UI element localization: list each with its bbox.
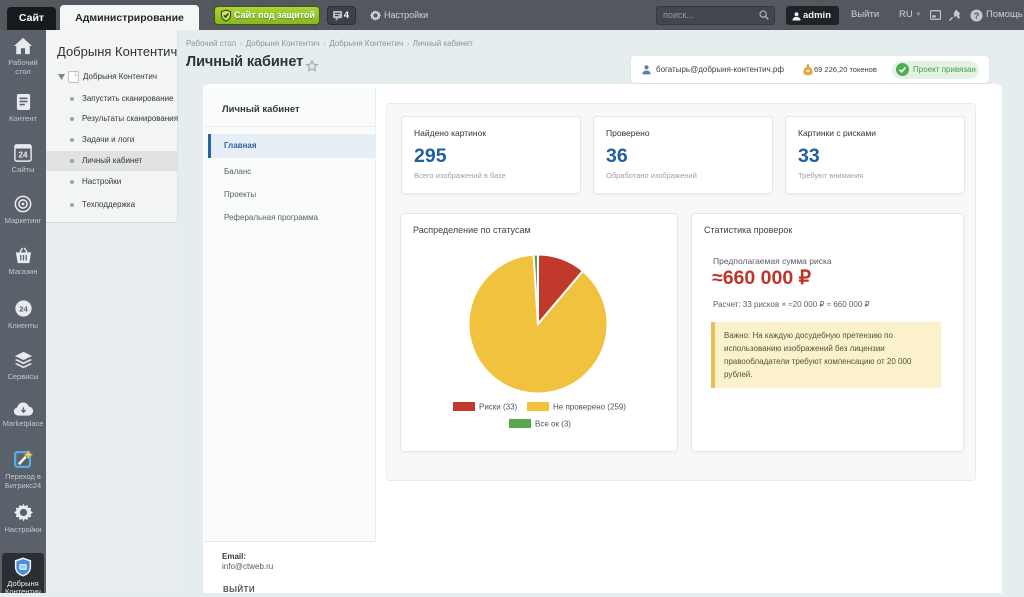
svg-text:?: ? bbox=[974, 11, 980, 21]
svg-text:24: 24 bbox=[19, 151, 28, 160]
svg-text:24: 24 bbox=[19, 305, 28, 314]
